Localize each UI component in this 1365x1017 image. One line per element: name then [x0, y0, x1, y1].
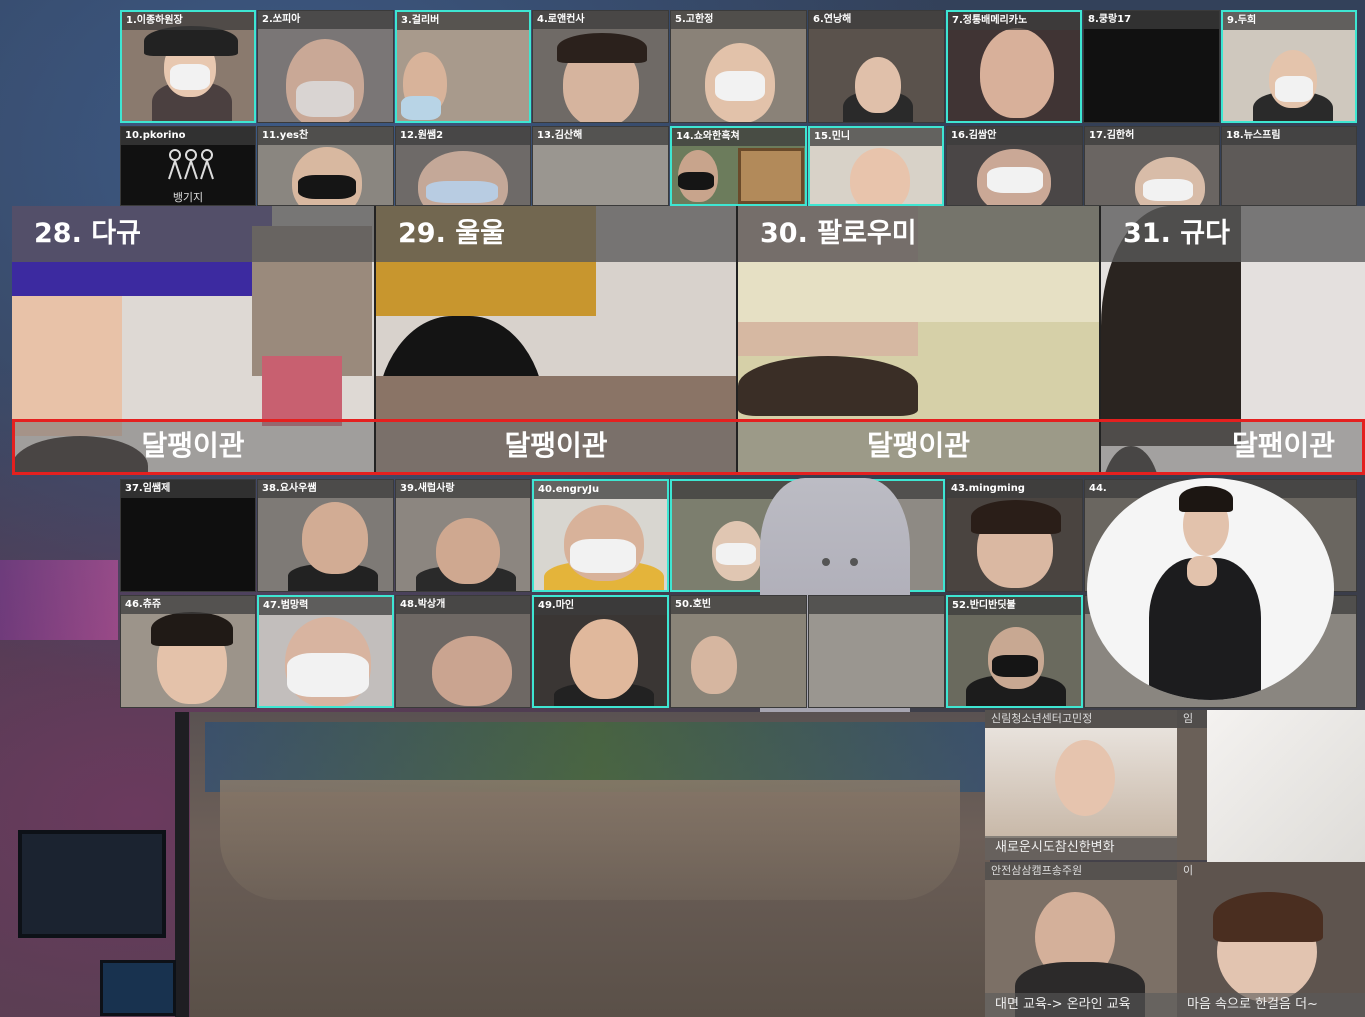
- tile-logo-text: 뱅기지: [172, 191, 204, 204]
- studio-monitor-small: [100, 960, 176, 1016]
- participant-tile[interactable]: 5.고한정: [670, 10, 807, 123]
- participant-name: 38.요사우쌤: [258, 480, 393, 498]
- participant-tile[interactable]: 40.engryJu: [532, 479, 669, 592]
- participant-tile[interactable]: 12.원쌤2: [395, 126, 531, 206]
- participant-name: 2.쏘피아: [258, 11, 393, 29]
- participant-tile[interactable]: 49.마인: [532, 595, 669, 708]
- participant-name: 11.yes찬: [258, 127, 393, 145]
- participant-name: 39.새럽사랑: [396, 480, 530, 498]
- participant-name: 6.연낭해: [809, 11, 944, 29]
- participant-name: 1.이종하원장: [122, 12, 254, 30]
- participant-name: 8.쿵랑17: [1084, 11, 1219, 29]
- participant-tile[interactable]: 8.쿵랑17: [1083, 10, 1220, 123]
- participant-name: 14.쇼와한흑쳐: [672, 128, 805, 146]
- participant-tile[interactable]: 뱅기지 10.pkorino: [120, 126, 256, 206]
- spotlight-name: 28. 다규: [12, 206, 374, 262]
- participant-tile[interactable]: [808, 595, 945, 708]
- camera-pole: [175, 712, 189, 1017]
- participant-name: 46.츄쥬: [121, 596, 255, 614]
- participant-name: 12.원쌤2: [396, 127, 530, 145]
- participant-tile[interactable]: 46.츄쥬: [120, 595, 256, 708]
- participant-tile[interactable]: 37.임쌤제: [120, 479, 256, 592]
- participant-name: 50.호빈: [671, 596, 806, 614]
- participant-tile[interactable]: 52.반디반딧불: [946, 595, 1083, 708]
- participant-name: 18.뉴스프림: [1222, 127, 1356, 145]
- participant-tile[interactable]: 50.호빈: [670, 595, 807, 708]
- participant-tile[interactable]: 6.연낭해: [808, 10, 945, 123]
- studio-desk: [220, 780, 960, 900]
- participant-tile[interactable]: 9.두희: [1221, 10, 1357, 123]
- side-panel-label: 신림청소년센터고민정: [985, 710, 1177, 728]
- participant-name: 9.두희: [1223, 12, 1355, 30]
- participant-name: 17.김한허: [1085, 127, 1219, 145]
- participant-name: 37.임쌤제: [121, 480, 255, 498]
- side-panel-label: 안전삼삼캠프송주원: [985, 862, 1177, 880]
- side-video-panel[interactable]: 임: [1177, 710, 1207, 860]
- participant-name: 40.engryJu: [534, 481, 667, 499]
- participant-name: 48.박상개: [396, 596, 530, 614]
- participant-name: 3.걸리버: [397, 12, 529, 30]
- participant-tile[interactable]: 11.yes찬: [257, 126, 394, 206]
- participant-tile[interactable]: 3.걸리버: [395, 10, 531, 123]
- participant-name: 49.마인: [534, 597, 667, 615]
- side-panel-caption: 마음 속으로 한걸음 더~: [1177, 993, 1365, 1017]
- participant-name: 16.김쌈안: [947, 127, 1082, 145]
- side-panel-caption: 대면 교육-> 온라인 교육: [985, 993, 1177, 1017]
- participant-tile[interactable]: 17.김한허: [1084, 126, 1220, 206]
- participant-tile[interactable]: 4.로앤컨사: [532, 10, 669, 123]
- people-logo-icon: [168, 149, 214, 180]
- side-video-panel[interactable]: 신림청소년센터고민정 새로운시도참신한변화: [985, 710, 1177, 860]
- participant-tile[interactable]: 18.뉴스프림: [1221, 126, 1357, 206]
- participant-name: 47.범망력: [259, 597, 392, 615]
- participant-tile[interactable]: 7.정통배메리카노: [946, 10, 1082, 123]
- spotlight-name: 29. 울울: [376, 206, 736, 262]
- spotlight-name: 31. 규다: [1101, 206, 1365, 262]
- participant-name: 10.pkorino: [121, 127, 255, 145]
- participant-tile[interactable]: 48.박상개: [395, 595, 531, 708]
- side-panel-caption: 새로운시도참신한변화: [985, 836, 1177, 860]
- participant-tile[interactable]: 15.민니: [808, 126, 944, 206]
- side-panel-label: 임: [1177, 710, 1207, 728]
- participant-name: 52.반디반딧불: [948, 597, 1081, 615]
- spotlight-name: 30. 팔로우미: [738, 206, 1099, 262]
- participant-tile[interactable]: 39.새럽사랑: [395, 479, 531, 592]
- highlight-box: [12, 419, 1365, 475]
- participant-name: 5.고한정: [671, 11, 806, 29]
- participant-tile[interactable]: 1.이종하원장: [120, 10, 256, 123]
- participant-tile[interactable]: 43.mingming: [946, 479, 1083, 592]
- participant-tile[interactable]: 16.김쌈안: [946, 126, 1083, 206]
- side-panel-label: 이: [1183, 864, 1194, 877]
- participant-tile[interactable]: 13.김산해: [532, 126, 669, 206]
- side-video-panel[interactable]: 안전삼삼캠프송주원 대면 교육-> 온라인 교육: [985, 862, 1177, 1017]
- participant-name: [809, 596, 944, 614]
- studio-decoration: [0, 560, 118, 640]
- participant-name: 4.로앤컨사: [533, 11, 668, 29]
- participant-name: 7.정통배메리카노: [948, 12, 1080, 30]
- studio-monitor: [18, 830, 166, 938]
- participant-tile[interactable]: 38.요사우쌤: [257, 479, 394, 592]
- participant-tile[interactable]: 14.쇼와한흑쳐: [670, 126, 807, 206]
- participant-name: 15.민니: [810, 128, 942, 146]
- sign-language-interpreter: [1087, 478, 1334, 700]
- side-video-panel[interactable]: 이 마음 속으로 한걸음 더~: [1177, 862, 1365, 1017]
- participant-tile[interactable]: 47.범망력: [257, 595, 394, 708]
- participant-name: 43.mingming: [947, 480, 1082, 498]
- participant-tile[interactable]: 2.쏘피아: [257, 10, 394, 123]
- participant-name: 13.김산해: [533, 127, 668, 145]
